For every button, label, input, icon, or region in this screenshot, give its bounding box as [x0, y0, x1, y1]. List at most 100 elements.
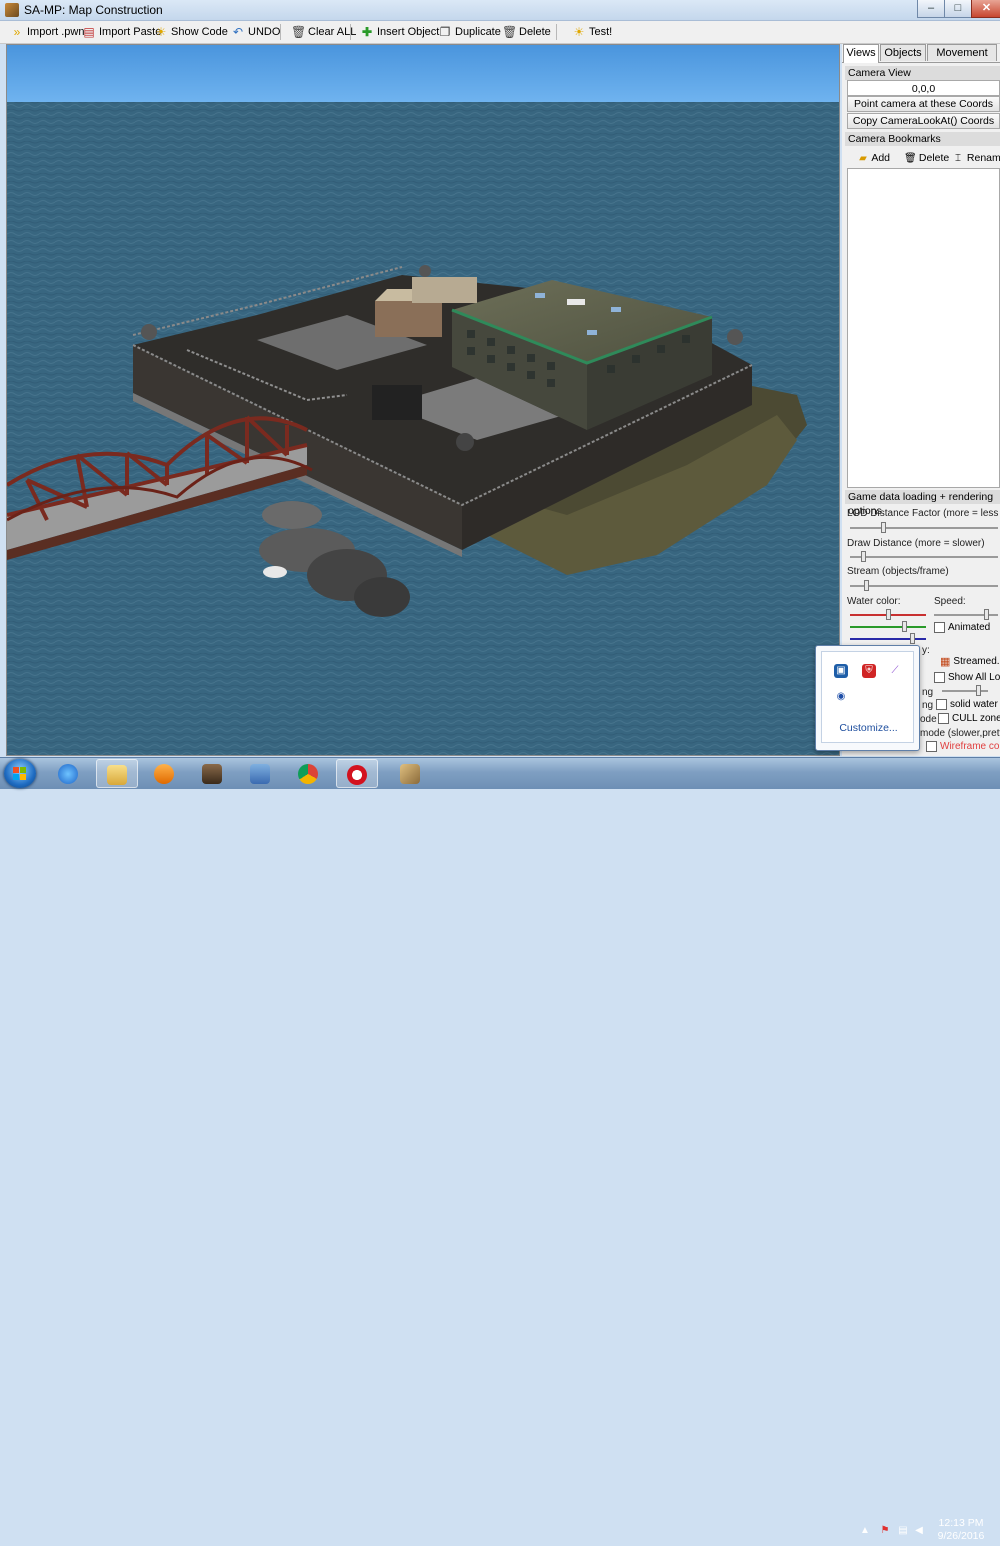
water-blue-slider[interactable]	[850, 633, 926, 645]
slider-thumb[interactable]	[864, 580, 869, 591]
partial-label: ng	[922, 687, 934, 698]
undo-button[interactable]: ↶ UNDO	[229, 23, 282, 40]
tray-overflow-popup: ▣ ⛨ ⟋ ◉ Customize...	[815, 645, 920, 751]
close-button[interactable]: ✕	[971, 0, 1000, 18]
volume-icon[interactable]: ◀	[913, 1525, 925, 1536]
show-code-button[interactable]: ☀ Show Code	[152, 23, 230, 40]
game-options-header: Game data loading + rendering options	[845, 490, 1000, 517]
copy-camera-lookat-button[interactable]: Copy CameraLookAt() Coords	[847, 113, 1000, 129]
slider-thumb[interactable]	[910, 633, 915, 644]
import-paste-button[interactable]: ▤ Import Paste	[80, 23, 163, 40]
bookmark-delete-button[interactable]: 🗑 Delete	[904, 150, 949, 166]
slider-thumb[interactable]	[976, 685, 981, 696]
camera-coords-field[interactable]: 0,0,0	[847, 80, 1000, 96]
watchtower	[727, 329, 743, 345]
boat	[263, 566, 287, 578]
toolbar: » Import .pwn ▤ Import Paste ☀ Show Code…	[0, 21, 1000, 44]
toolbar-separator	[350, 24, 351, 40]
bookmark-add-label: Add	[871, 152, 891, 164]
network-status-icon[interactable]: ▤	[897, 1525, 909, 1536]
delete-button[interactable]: 🗑 Delete	[500, 23, 553, 40]
bookmark-rename-button[interactable]: ⌶ Rename	[952, 150, 1000, 166]
tab-views[interactable]: Views	[843, 44, 879, 63]
internet-explorer-icon	[58, 764, 78, 784]
network-app-icon	[250, 764, 270, 784]
bookmark-delete-label: Delete	[918, 152, 950, 164]
slider-thumb[interactable]	[861, 551, 866, 562]
taskbar-network[interactable]	[240, 759, 282, 788]
slider-thumb[interactable]	[902, 621, 907, 632]
toolbar-separator	[280, 24, 281, 40]
taskbar-gta[interactable]	[192, 759, 234, 788]
taskbar-chrome[interactable]	[288, 759, 330, 788]
grid-icon: ▦	[940, 656, 951, 668]
checkbox[interactable]	[938, 713, 949, 724]
bookmark-add-button[interactable]: ▰ Add	[857, 150, 890, 166]
slider-thumb[interactable]	[886, 609, 891, 620]
tray-popup-body: ▣ ⛨ ⟋ ◉ Customize...	[821, 651, 914, 743]
panel-tabs: Views Objects Movement	[842, 44, 1000, 63]
draw-distance-slider[interactable]	[850, 551, 998, 563]
title-bar: SA-MP: Map Construction – □ ✕	[0, 0, 1000, 21]
taskbar-explorer[interactable]	[96, 759, 138, 788]
water-red-slider[interactable]	[850, 609, 926, 621]
animated-checkbox[interactable]: Animated	[934, 622, 990, 633]
insert-object-button[interactable]: ✚ Insert Object	[358, 23, 441, 40]
tab-movement[interactable]: Movement	[927, 44, 997, 61]
maximize-button[interactable]: □	[944, 0, 972, 18]
undo-label: UNDO	[248, 25, 281, 38]
import-pwn-button[interactable]: » Import .pwn	[8, 23, 86, 40]
tab-objects[interactable]: Objects	[880, 44, 926, 61]
app-icon	[5, 3, 19, 17]
bookmark-list[interactable]	[847, 168, 1000, 488]
slider-thumb[interactable]	[881, 522, 886, 533]
window-title: SA-MP: Map Construction	[24, 3, 163, 17]
checkbox[interactable]	[926, 741, 937, 752]
checkbox[interactable]	[934, 672, 945, 683]
network-icon[interactable]: ▣	[834, 664, 848, 678]
insert-object-label: Insert Object	[377, 25, 440, 38]
undo-icon: ↶	[232, 24, 244, 39]
solid-water-checkbox[interactable]: solid water	[936, 699, 998, 710]
test-button[interactable]: ☀ Test!	[570, 23, 614, 40]
lod-slider[interactable]	[850, 522, 998, 534]
water-green-slider[interactable]	[850, 621, 926, 633]
clear-all-button[interactable]: 🗑 Clear ALL	[289, 23, 358, 40]
minimize-button[interactable]: –	[917, 0, 945, 18]
water-color-label: Water color:	[847, 596, 901, 607]
wireframe-colls-checkbox[interactable]: Wireframe colls	[926, 741, 1000, 752]
stream-label: Stream (objects/frame)	[847, 566, 949, 577]
start-button[interactable]	[4, 759, 36, 788]
checkbox[interactable]	[934, 622, 945, 633]
streamed-button[interactable]: ▦ Streamed..	[940, 655, 1000, 668]
bookmark-rename-label: Rename	[966, 152, 1000, 164]
clock[interactable]: 12:13 PM 9/26/2016	[930, 1517, 992, 1543]
flag-alert-icon[interactable]: ⚑	[879, 1525, 891, 1536]
show-hidden-icons-icon[interactable]: ▲	[859, 1525, 871, 1536]
feather-icon[interactable]: ⟋	[888, 664, 902, 678]
water-speed-slider[interactable]	[934, 609, 998, 621]
test-label: Test!	[589, 25, 613, 38]
taskbar-media-player[interactable]	[144, 759, 186, 788]
taskbar-opera[interactable]	[336, 759, 378, 788]
customize-link[interactable]: Customize...	[822, 722, 915, 734]
stream-slider[interactable]	[850, 580, 998, 592]
shield-icon[interactable]: ⛨	[862, 664, 876, 678]
3d-viewport[interactable]	[6, 44, 840, 756]
point-camera-button[interactable]: Point camera at these Coords	[847, 96, 1000, 112]
extra-slider[interactable]	[942, 685, 988, 697]
checkbox[interactable]	[936, 699, 947, 710]
slider-thumb[interactable]	[984, 609, 989, 620]
sun-icon: ☀	[573, 24, 585, 39]
globe-icon[interactable]: ◉	[834, 690, 848, 704]
watchtower	[141, 324, 157, 340]
taskbar: ▲ ⚑ ▤ ◀ 12:13 PM 9/26/2016	[0, 757, 1000, 1542]
duplicate-button[interactable]: ❐ Duplicate	[436, 23, 503, 40]
taskbar-ie[interactable]	[48, 759, 90, 788]
wireframe-colls-label: Wireframe colls	[940, 741, 1000, 752]
taskbar-map-construction[interactable]	[390, 759, 432, 788]
draw-distance-label: Draw Distance (more = slower)	[847, 538, 985, 549]
cull-zones-checkbox[interactable]: CULL zones	[938, 713, 1000, 724]
show-all-lods-checkbox[interactable]: Show All Lods	[934, 672, 1000, 683]
scene-render	[7, 45, 839, 755]
